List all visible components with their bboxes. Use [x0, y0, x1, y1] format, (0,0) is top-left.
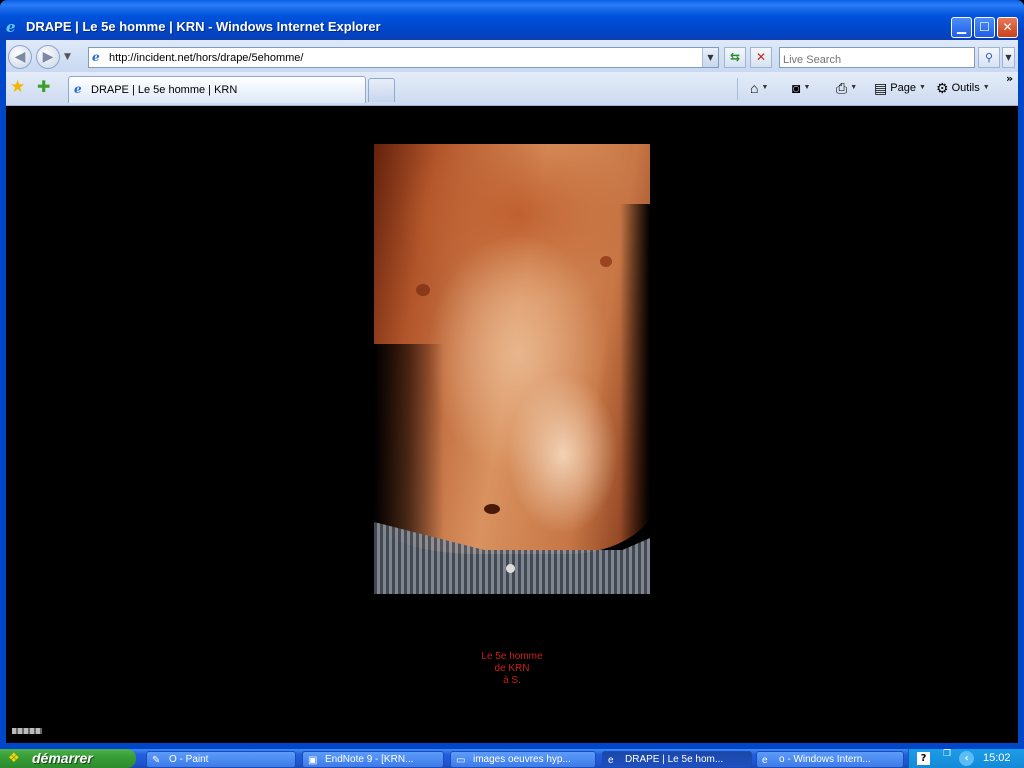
refresh-button[interactable]: ⇆ — [724, 47, 746, 68]
url-input[interactable] — [109, 49, 699, 66]
chevron-down-icon: ▼ — [761, 84, 769, 92]
minimize-button[interactable]: ▁ — [951, 17, 972, 38]
url-box[interactable]: e ▼ — [88, 47, 719, 68]
caption-line: à S. — [503, 675, 521, 686]
loading-indicator — [12, 728, 42, 734]
chevron-down-icon: ▼ — [803, 84, 811, 92]
tab-bar: ★ ✚ e DRAPE | Le 5e homme | KRN ⌂ ▼ ◙ ▼ ⎙ ▼… — [0, 72, 1024, 106]
paint-icon: ✎ — [152, 755, 161, 766]
printer-icon: ⎙ — [836, 80, 848, 97]
shadow-right — [620, 204, 650, 594]
back-button[interactable]: ◀ — [8, 45, 32, 69]
chevron-down-icon: ▼ — [850, 84, 858, 92]
taskbar: ❖ démarrer ✎ O - Paint ▣ EndNote 9 - [KR… — [0, 749, 1024, 768]
address-bar: ◀ ▶ ▼ e ▼ ⇆ ✕ ⚲ ▼ — [0, 40, 1024, 72]
home-button[interactable]: ⌂ ▼ — [750, 80, 768, 96]
taskbar-item-folder[interactable]: ▭ images oeuvres hyp... — [450, 751, 596, 768]
home-icon: ⌂ — [750, 80, 759, 97]
ie-icon: e — [6, 18, 16, 36]
toolbar-divider — [737, 78, 738, 100]
taskbar-item-label: EndNote 9 - [KRN... — [325, 754, 414, 765]
taskbar-item-drape[interactable]: e DRAPE | Le 5e hom... — [602, 751, 752, 768]
url-dropdown-icon[interactable]: ▼ — [702, 48, 718, 67]
taskbar-item-paint[interactable]: ✎ O - Paint — [146, 751, 296, 768]
search-input[interactable] — [780, 50, 970, 70]
tab-drape[interactable]: e DRAPE | Le 5e homme | KRN — [68, 76, 366, 103]
taskbar-item-endnote[interactable]: ▣ EndNote 9 - [KRN... — [302, 751, 444, 768]
search-icon[interactable]: ⚲ — [978, 47, 1000, 68]
windows-logo-icon: ❖ — [8, 751, 20, 766]
photo-detail — [506, 564, 515, 573]
caption-line: Le 5e homme — [481, 651, 543, 662]
page-menu-label: Page — [890, 82, 916, 94]
ie-icon: e — [74, 82, 82, 96]
taskbar-item-ie[interactable]: e o - Windows Intern... — [756, 751, 904, 768]
photo-detail — [416, 284, 430, 296]
print-button[interactable]: ⎙ ▼ — [836, 80, 857, 96]
torso-photo — [374, 144, 650, 594]
new-tab-button[interactable] — [368, 78, 395, 102]
rss-icon: ◙ — [792, 80, 801, 97]
taskbar-item-label: o - Windows Intern... — [779, 754, 871, 765]
photo-detail — [600, 256, 612, 267]
favorites-star-icon[interactable]: ★ — [10, 78, 25, 96]
forward-button[interactable]: ▶ — [36, 45, 60, 69]
clock: 15:02 — [983, 752, 1011, 764]
taskbar-item-label: DRAPE | Le 5e hom... — [625, 754, 724, 765]
endnote-icon: ▣ — [308, 755, 318, 766]
search-options-dropdown-icon[interactable]: ▼ — [1002, 47, 1015, 68]
page-icon: ▤ — [874, 80, 888, 97]
restore-icon[interactable]: ❐ — [943, 749, 951, 759]
window-frame-right — [1018, 40, 1024, 748]
photo-caption: Le 5e homme de KRN à S. — [446, 651, 578, 687]
search-box[interactable] — [779, 47, 975, 70]
help-icon[interactable]: ? — [917, 752, 930, 765]
title-bar[interactable]: e DRAPE | Le 5e homme | KRN - Windows In… — [0, 0, 1024, 40]
chevron-left-icon[interactable]: ‹ — [959, 751, 974, 766]
gear-icon: ⚙ — [936, 80, 949, 97]
chevron-down-icon: ▼ — [919, 84, 926, 92]
feeds-button[interactable]: ◙ ▼ — [792, 80, 810, 96]
taskbar-item-label: images oeuvres hyp... — [473, 754, 571, 765]
more-commands-icon[interactable]: » — [1006, 72, 1013, 85]
taskbar-item-label: O - Paint — [169, 754, 209, 765]
add-favorites-icon[interactable]: ✚ — [37, 78, 50, 96]
start-button[interactable]: ❖ démarrer — [0, 749, 136, 768]
ie-icon: e — [762, 755, 768, 766]
stop-button[interactable]: ✕ — [750, 47, 772, 68]
close-button[interactable]: ✕ — [997, 17, 1018, 38]
start-label: démarrer — [32, 750, 93, 766]
tab-label: DRAPE | Le 5e homme | KRN — [91, 84, 238, 96]
window-title: DRAPE | Le 5e homme | KRN - Windows Inte… — [26, 19, 381, 34]
system-tray: ? ❐ ‹ 15:02 — [908, 749, 1024, 768]
ie-icon: e — [608, 755, 614, 766]
page-menu-button[interactable]: ▤ Page ▼ — [874, 80, 926, 96]
recent-pages-dropdown-icon[interactable]: ▼ — [64, 52, 71, 62]
photo-detail — [484, 504, 500, 514]
page-content: Le 5e homme de KRN à S. — [6, 107, 1018, 743]
page-icon: e — [92, 50, 100, 64]
caption-line: de KRN — [494, 663, 530, 674]
tools-menu-button[interactable]: ⚙ Outils ▼ — [936, 80, 990, 96]
chevron-down-icon: ▼ — [982, 84, 990, 92]
tools-menu-label: Outils — [951, 82, 980, 94]
folder-icon: ▭ — [456, 755, 466, 766]
maximize-button[interactable]: ☐ — [974, 17, 995, 38]
